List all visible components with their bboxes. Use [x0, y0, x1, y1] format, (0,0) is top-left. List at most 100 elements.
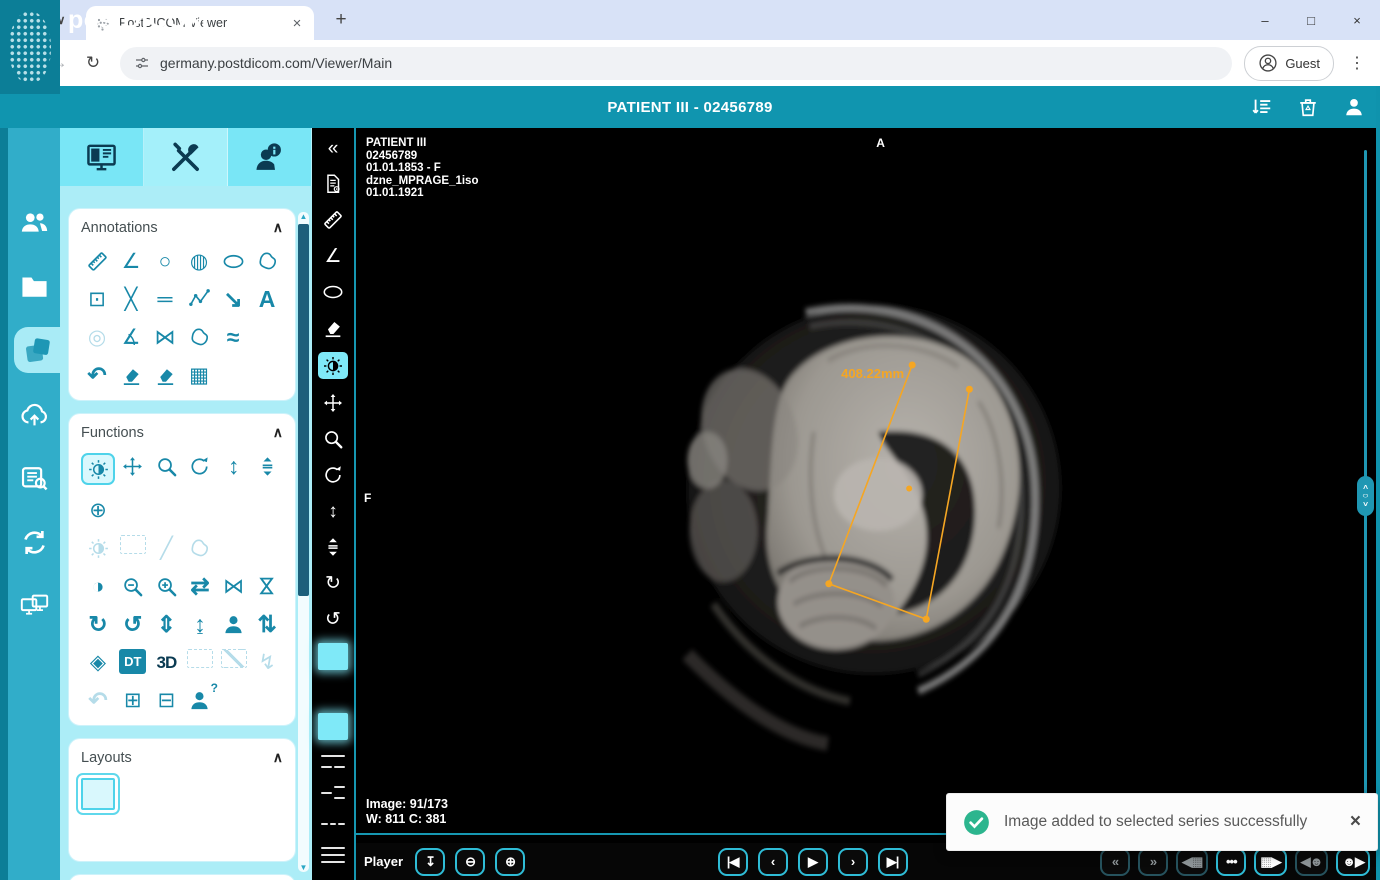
- window-level-icon[interactable]: [318, 352, 348, 379]
- save-annotation-icon[interactable]: ▦: [187, 362, 211, 388]
- report-icon[interactable]: [321, 172, 345, 196]
- sidebar-item-folders[interactable]: [8, 268, 60, 304]
- query-patient-icon[interactable]: ?: [188, 687, 212, 713]
- new-tab-button[interactable]: +: [328, 9, 354, 31]
- flip-page-icon[interactable]: ⇄: [188, 573, 212, 599]
- stack-icon[interactable]: [321, 535, 345, 559]
- layout-left-plus-2[interactable]: [117, 822, 150, 849]
- functions-header[interactable]: Functions ∧: [81, 424, 283, 441]
- site-settings-icon[interactable]: [134, 55, 150, 71]
- select-area-icon[interactable]: [120, 535, 146, 554]
- magnify-icon[interactable]: [321, 427, 345, 451]
- tab-close-icon[interactable]: ×: [288, 15, 306, 32]
- layout-3x4[interactable]: [152, 822, 185, 849]
- flip-vertical-icon[interactable]: ⋈: [254, 574, 280, 598]
- angle-icon[interactable]: ∠: [119, 248, 143, 274]
- fit-vertical-icon[interactable]: ⇕: [154, 611, 178, 637]
- image-layout-1x1[interactable]: [318, 643, 348, 670]
- pan-icon[interactable]: [121, 453, 145, 479]
- tab-study[interactable]: [60, 128, 144, 186]
- scroll-icon[interactable]: ↕: [321, 499, 345, 523]
- layout-1-plus-2[interactable]: [82, 822, 115, 849]
- recycle-bin-icon[interactable]: [1296, 95, 1320, 119]
- pan-icon[interactable]: [321, 391, 345, 415]
- panel-scrollbar[interactable]: ▲ ▼: [298, 212, 309, 872]
- volume-3d-icon[interactable]: 3D: [154, 649, 178, 675]
- zoom-in-icon[interactable]: [154, 573, 178, 599]
- arrow-icon[interactable]: ↘: [221, 286, 245, 312]
- image-scrollbar-thumb[interactable]: ∧ ○ ∨: [1357, 476, 1374, 516]
- spline-icon[interactable]: ≈: [221, 324, 245, 350]
- first-image-button[interactable]: |◀: [718, 848, 748, 876]
- length-icon[interactable]: [85, 248, 109, 274]
- layout-3x1[interactable]: [187, 822, 220, 849]
- invert-icon[interactable]: ◑: [86, 573, 110, 599]
- layout-1x2[interactable]: [117, 778, 150, 805]
- erase-icon[interactable]: [119, 362, 143, 388]
- layout-2x1[interactable]: [187, 778, 220, 805]
- series-layout-1x1[interactable]: [318, 713, 348, 740]
- window-level-icon[interactable]: [81, 453, 115, 485]
- layout-1x3[interactable]: [152, 778, 185, 805]
- reload-button[interactable]: ↻: [78, 48, 108, 78]
- selection-box-icon[interactable]: [187, 649, 213, 668]
- capture-button[interactable]: ↧: [415, 848, 445, 876]
- localizer-icon[interactable]: ⊕: [86, 497, 110, 523]
- next-patient-button[interactable]: ☻▶: [1336, 848, 1370, 876]
- cine-icon[interactable]: ↻: [321, 571, 345, 595]
- zoom-out-icon[interactable]: [121, 573, 145, 599]
- collapse-chevron-icon[interactable]: ∧: [273, 424, 283, 441]
- previous-image-button[interactable]: ‹: [758, 848, 788, 876]
- minimize-button[interactable]: –: [1242, 0, 1288, 40]
- polyline-icon[interactable]: [187, 286, 211, 312]
- layout-1x1[interactable]: [81, 778, 115, 810]
- reset-all-icon[interactable]: ↺: [121, 611, 145, 637]
- add-image-to-series-icon[interactable]: ⊞: [121, 687, 145, 713]
- flip-horizontal-icon[interactable]: ⋈: [222, 573, 246, 599]
- annotations-header[interactable]: Annotations ∧: [81, 219, 283, 236]
- maximize-button[interactable]: □: [1288, 0, 1334, 40]
- sidebar-item-worklist[interactable]: [8, 460, 60, 496]
- layout-2x2[interactable]: [222, 778, 255, 805]
- tab-tools[interactable]: [144, 128, 228, 186]
- browser-menu-icon[interactable]: ⋮: [1344, 53, 1370, 73]
- erase-all-icon[interactable]: [153, 362, 177, 388]
- previous-series-button[interactable]: «: [1100, 848, 1130, 876]
- cine-settings-icon[interactable]: ↺: [321, 607, 345, 631]
- bone-window-icon[interactable]: ╱: [154, 535, 178, 561]
- parallel-lines-icon[interactable]: ═: [153, 286, 177, 312]
- layout-left-plus-2[interactable]: [321, 783, 345, 802]
- scroll-up-icon[interactable]: ▲: [298, 212, 309, 221]
- previous-patient-button[interactable]: ◀☻: [1295, 848, 1329, 876]
- ellipse-icon[interactable]: [221, 248, 245, 274]
- text-icon[interactable]: A: [255, 286, 279, 312]
- sidebar-item-share[interactable]: [8, 588, 60, 624]
- panel-scrollbar-thumb[interactable]: [298, 224, 309, 596]
- tag-icon[interactable]: ◈: [86, 649, 110, 675]
- closed-freehand-icon[interactable]: [187, 324, 211, 350]
- next-series-button[interactable]: »: [1138, 848, 1168, 876]
- stack-icon[interactable]: [255, 453, 279, 479]
- more-options-button[interactable]: •••: [1216, 848, 1246, 876]
- actual-size-icon[interactable]: ↨: [188, 611, 212, 637]
- magnify-icon[interactable]: [154, 453, 178, 479]
- undo-annotation-icon[interactable]: ↶: [85, 362, 109, 388]
- rotate-icon[interactable]: [188, 453, 212, 479]
- dicom-tags-icon[interactable]: DT: [119, 649, 146, 674]
- next-layout-button[interactable]: ▦▶: [1254, 848, 1286, 876]
- length-icon[interactable]: [321, 208, 345, 232]
- collapse-chevron-icon[interactable]: ∧: [273, 219, 283, 236]
- account-icon[interactable]: [1342, 95, 1366, 119]
- save-image-icon[interactable]: ⊟: [154, 687, 178, 713]
- scroll-down-icon[interactable]: ▼: [298, 863, 309, 872]
- address-bar[interactable]: germany.postdicom.com/Viewer/Main: [120, 47, 1232, 80]
- profile-button[interactable]: Guest: [1244, 46, 1334, 81]
- open-angle-icon[interactable]: ∡: [119, 324, 143, 350]
- reset-image-icon[interactable]: ↻: [86, 611, 110, 637]
- layouts-header[interactable]: Layouts ∧: [81, 749, 283, 766]
- close-button[interactable]: ×: [1334, 0, 1380, 40]
- sort-images-icon[interactable]: ⇅: [255, 611, 279, 637]
- roi-window-icon[interactable]: [86, 535, 110, 561]
- patient-orientation-icon[interactable]: [222, 611, 246, 637]
- layout-4x3[interactable]: [222, 822, 255, 849]
